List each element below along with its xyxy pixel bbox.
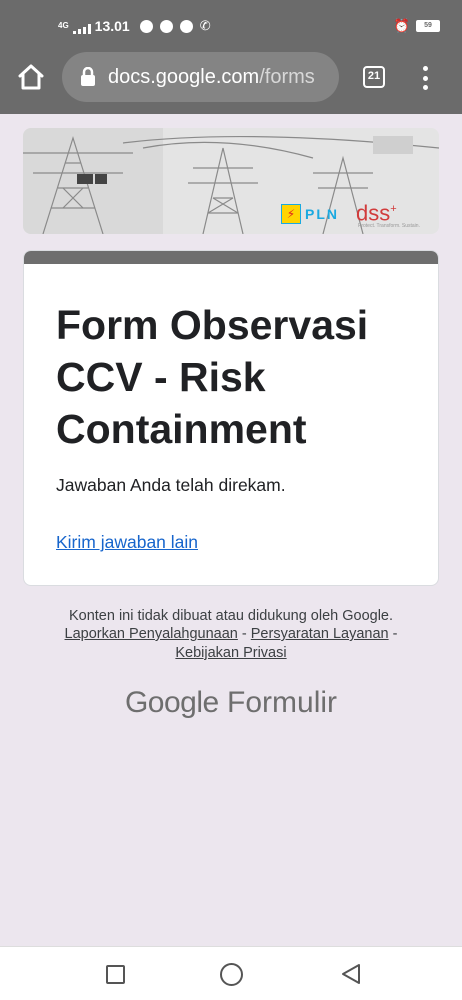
pln-label: PLN (305, 206, 339, 222)
card-accent-band (24, 251, 438, 264)
menu-dot-icon (422, 75, 428, 81)
dss-tagline: Protect. Transform. Sustain. (358, 223, 420, 229)
google-disclaimer: Konten ini tidak dibuat atau didukung ol… (68, 608, 394, 624)
alarm-icon: ⏰ (393, 18, 410, 33)
url-text: docs.google.com/forms (108, 66, 315, 89)
phone-icon: ✆ (199, 18, 211, 33)
browser-chrome: 4G 13.01 ✆ ⏰ 59 docs.google.com/forms 21 (0, 0, 462, 114)
terms-link[interactable]: Persyaratan Layanan (251, 626, 389, 642)
status-bar: 4G 13.01 ✆ ⏰ 59 (58, 14, 440, 38)
app-notification-icon (159, 19, 173, 33)
whatsapp-icon (139, 19, 153, 33)
system-navigation-bar (0, 946, 462, 1000)
privacy-link[interactable]: Kebijakan Privasi (175, 645, 286, 661)
lock-icon (81, 67, 95, 86)
home-button[interactable] (14, 60, 48, 94)
dss-plus: + (390, 203, 397, 215)
form-confirmation-card: Form Observasi CCV - Risk Containment Ja… (23, 250, 439, 586)
brand-google: Google (124, 686, 219, 719)
menu-dot-icon (422, 85, 428, 90)
recent-apps-button[interactable] (106, 965, 125, 984)
menu-dot-icon (422, 66, 428, 71)
google-forms-logo[interactable]: Google Formulir (0, 686, 462, 720)
footer-links: Laporkan Penyalahgunaan - Persyaratan La… (0, 625, 462, 663)
url-bar[interactable]: docs.google.com/forms (62, 52, 339, 102)
pln-logo: ⚡ PLN (281, 204, 339, 224)
back-button[interactable] (340, 963, 362, 985)
report-abuse-link[interactable]: Laporkan Penyalahgunaan (65, 626, 238, 642)
home-icon (18, 64, 44, 90)
url-path: /forms (259, 65, 315, 88)
brand-forms: Formulir (227, 686, 338, 719)
dss-label: dss (356, 200, 391, 226)
pln-lightning-icon: ⚡ (281, 204, 301, 224)
footer-separator: - (237, 626, 251, 642)
battery-level: 59 (424, 22, 432, 29)
signal-icon (72, 21, 91, 34)
network-indicator: 4G (58, 21, 69, 30)
url-domain: docs.google.com (108, 65, 260, 88)
confirmation-message: Jawaban Anda telah direkam. (56, 475, 286, 495)
footer-separator: - (388, 626, 398, 642)
battery-icon: 59 (416, 20, 440, 32)
dss-logo: dss+ (356, 198, 397, 224)
home-nav-button[interactable] (220, 963, 243, 986)
form-header-banner: ⚡ PLN dss+ Protect. Transform. Sustain. (23, 128, 439, 234)
tab-switcher-button[interactable]: 21 (363, 66, 385, 88)
browser-menu-button[interactable] (418, 64, 432, 92)
form-title: Form Observasi CCV - Risk Containment (56, 302, 369, 452)
status-time: 13.01 (94, 18, 130, 34)
submit-another-link[interactable]: Kirim jawaban lain (56, 532, 198, 553)
messenger-icon (179, 19, 193, 33)
